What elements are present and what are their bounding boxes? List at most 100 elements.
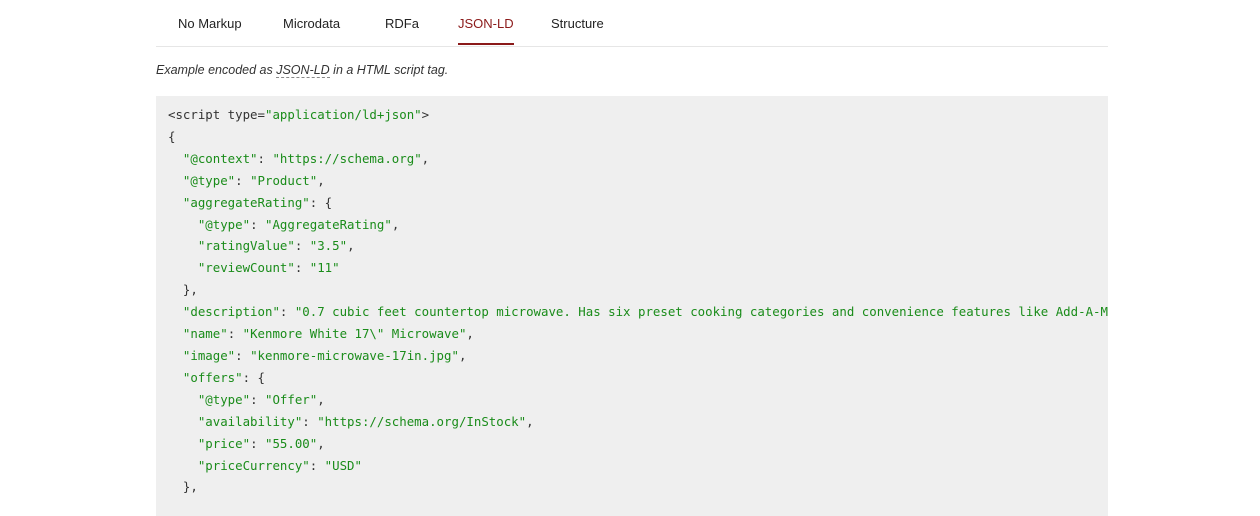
- code-line: "availability": "https://schema.org/InSt…: [168, 414, 534, 429]
- code-punctuation: ,: [421, 150, 430, 166]
- code-line: "@type": "Product",: [168, 173, 325, 188]
- code-colon: :: [250, 391, 265, 407]
- code-line: "@type": "AggregateRating",: [168, 217, 399, 232]
- code-line: "ratingValue": "3.5",: [168, 238, 355, 253]
- tab-microdata[interactable]: Microdata: [283, 16, 340, 31]
- format-tabs: No Markup Microdata RDFa JSON-LD Structu…: [156, 0, 1108, 47]
- code-colon: :: [309, 194, 325, 210]
- code-block: <script type="application/ld+json"> { "@…: [156, 96, 1108, 516]
- example-panel: No Markup Microdata RDFa JSON-LD Structu…: [156, 0, 1108, 516]
- code-line: {: [168, 129, 175, 144]
- json-key: "price": [197, 435, 251, 451]
- code-line: "priceCurrency": "USD": [168, 458, 362, 473]
- code-punctuation: },: [182, 282, 198, 298]
- code-line: "description": "0.7 cubic feet counterto…: [168, 304, 1108, 319]
- code-punctuation: ,: [317, 435, 325, 451]
- code-colon: :: [250, 435, 265, 451]
- code-colon: :: [294, 238, 310, 254]
- code-punctuation: ,: [391, 216, 400, 232]
- code-line: "name": "Kenmore White 17\" Microwave",: [168, 326, 474, 341]
- code-colon: :: [294, 260, 310, 276]
- code-colon: :: [227, 326, 243, 342]
- code-punctuation: {: [168, 128, 176, 144]
- json-value: "0.7 cubic feet countertop microwave. Ha…: [294, 304, 1108, 320]
- json-ld-link[interactable]: JSON-LD: [276, 63, 330, 78]
- code-punctuation: ,: [458, 347, 467, 363]
- json-value: "https://schema.org": [272, 150, 422, 166]
- json-key: "offers": [182, 369, 243, 385]
- script-tag-close: >: [421, 107, 430, 122]
- json-key: "reviewCount": [197, 260, 295, 276]
- json-value: "Kenmore White 17\" Microwave": [242, 326, 467, 342]
- code-line: "price": "55.00",: [168, 436, 325, 451]
- script-attr: type=: [220, 107, 265, 122]
- json-value: "AggregateRating": [264, 216, 392, 232]
- code-line: "@type": "Offer",: [168, 392, 325, 407]
- code-line: "aggregateRating": {: [168, 195, 332, 210]
- json-value: "USD": [324, 457, 362, 473]
- json-value: "11": [309, 260, 340, 276]
- code-punctuation: ,: [526, 413, 534, 429]
- json-key: "availability": [197, 413, 303, 429]
- code-colon: :: [309, 457, 325, 473]
- code-line: "offers": {: [168, 370, 265, 385]
- json-value: "Offer": [264, 391, 318, 407]
- tab-no-markup[interactable]: No Markup: [178, 16, 242, 31]
- json-value: "kenmore-microwave-17in.jpg": [250, 347, 459, 363]
- code-content: <script type="application/ld+json"> { "@…: [168, 104, 1108, 498]
- tab-json-ld[interactable]: JSON-LD: [458, 16, 514, 45]
- code-punctuation: },: [182, 479, 198, 495]
- code-punctuation: {: [324, 194, 333, 210]
- json-key: "@type": [182, 172, 236, 188]
- code-punctuation: ,: [347, 238, 355, 254]
- json-value: "Product": [250, 172, 318, 188]
- json-key: "@type": [197, 391, 251, 407]
- json-key: "@type": [197, 216, 251, 232]
- json-key: "priceCurrency": [197, 457, 310, 473]
- script-attr-value: "application/ld+json": [264, 107, 422, 122]
- tab-rdfa[interactable]: RDFa: [385, 16, 419, 31]
- code-colon: :: [279, 304, 295, 320]
- json-value: "https://schema.org/InStock": [317, 413, 527, 429]
- code-line: },: [168, 282, 198, 297]
- code-punctuation: ,: [317, 172, 325, 188]
- tab-structure[interactable]: Structure: [551, 16, 604, 31]
- json-key: "aggregateRating": [182, 194, 310, 210]
- json-value: "55.00": [264, 435, 318, 451]
- caption-prefix: Example encoded as: [156, 63, 277, 77]
- script-tag: <script: [168, 107, 221, 122]
- code-colon: :: [250, 216, 265, 232]
- json-key: "name": [182, 326, 228, 342]
- json-key: "ratingValue": [197, 238, 295, 254]
- code-line-script: <script type="application/ld+json">: [168, 107, 429, 122]
- code-line: "@context": "https://schema.org",: [168, 151, 429, 166]
- code-punctuation: ,: [317, 391, 325, 407]
- code-punctuation: {: [257, 369, 265, 385]
- code-colon: :: [257, 150, 273, 166]
- code-colon: :: [235, 172, 251, 188]
- json-value: "3.5": [309, 238, 348, 254]
- code-colon: :: [242, 369, 258, 385]
- code-line: "reviewCount": "11": [168, 260, 340, 275]
- example-caption: Example encoded as JSON-LD in a HTML scr…: [156, 63, 449, 78]
- code-colon: :: [235, 347, 251, 363]
- json-key: "description": [182, 304, 280, 320]
- caption-suffix: in a HTML script tag.: [329, 63, 449, 77]
- json-key: "image": [182, 347, 236, 363]
- json-key: "@context": [182, 150, 258, 166]
